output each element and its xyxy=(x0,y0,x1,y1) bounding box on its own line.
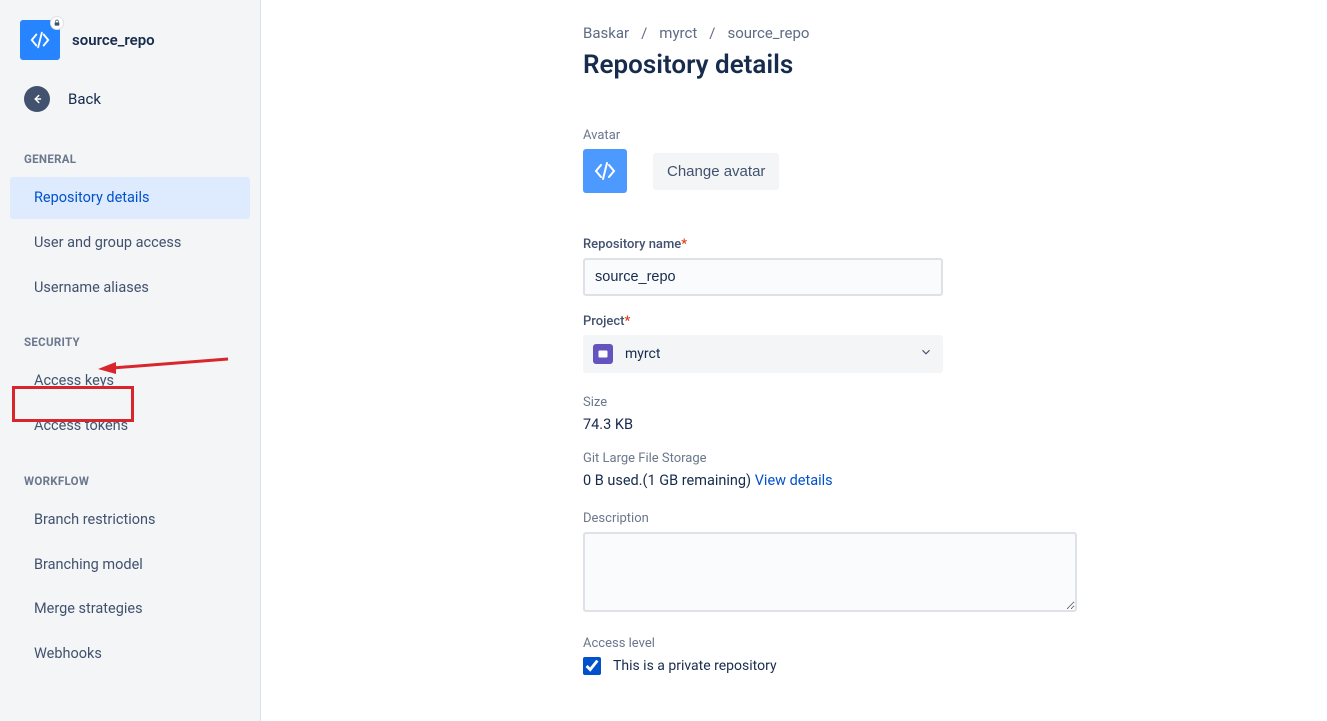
sidebar-item-access-keys[interactable]: Access keys xyxy=(10,360,250,402)
back-button[interactable]: Back xyxy=(0,76,260,128)
breadcrumb: Baskar / myrct / source_repo xyxy=(583,24,1327,42)
breadcrumb-separator: / xyxy=(709,24,715,42)
breadcrumb-item[interactable]: myrct xyxy=(659,24,697,42)
breadcrumb-item[interactable]: Baskar xyxy=(583,24,629,42)
sidebar-item-access-tokens[interactable]: Access tokens xyxy=(10,405,250,447)
lock-icon xyxy=(50,16,64,30)
sidebar-item-username-aliases[interactable]: Username aliases xyxy=(10,267,250,309)
sidebar-item-branching-model[interactable]: Branching model xyxy=(10,544,250,586)
description-textarea[interactable] xyxy=(583,532,1077,612)
lfs-view-details-link[interactable]: View details xyxy=(755,472,833,489)
sidebar-item-branch-restrictions[interactable]: Branch restrictions xyxy=(10,499,250,541)
breadcrumb-separator: / xyxy=(641,24,647,42)
back-arrow-icon xyxy=(24,86,50,112)
avatar-label: Avatar xyxy=(583,128,1327,143)
repo-name-input[interactable] xyxy=(583,258,943,296)
lfs-value: 0 B used.(1 GB remaining) View details xyxy=(583,472,1327,489)
lfs-label: Git Large File Storage xyxy=(583,451,1327,466)
sidebar-item-merge-strategies[interactable]: Merge strategies xyxy=(10,588,250,630)
sidebar: source_repo Back GENERAL Repository deta… xyxy=(0,0,261,721)
sidebar-item-webhooks[interactable]: Webhooks xyxy=(10,633,250,675)
sidebar-item-repository-details[interactable]: Repository details xyxy=(10,177,250,219)
repo-icon xyxy=(20,20,60,60)
size-value: 74.3 KB xyxy=(583,416,1327,433)
page-title: Repository details xyxy=(583,50,1327,80)
repo-name-label: Repository name* xyxy=(583,237,1327,252)
back-label: Back xyxy=(68,90,101,108)
breadcrumb-item[interactable]: source_repo xyxy=(727,24,809,42)
access-level-label: Access level xyxy=(583,636,1327,651)
description-label: Description xyxy=(583,511,1327,526)
repo-header: source_repo xyxy=(0,0,260,76)
project-select[interactable]: myrct xyxy=(583,335,943,373)
change-avatar-button[interactable]: Change avatar xyxy=(653,153,779,190)
private-repo-label: This is a private repository xyxy=(613,658,777,674)
repo-name: source_repo xyxy=(72,31,155,49)
chevron-down-icon xyxy=(919,345,933,363)
private-repo-checkbox[interactable] xyxy=(583,657,601,675)
project-label: Project* xyxy=(583,314,1327,329)
project-selected-value: myrct xyxy=(625,346,660,362)
size-label: Size xyxy=(583,395,1327,410)
section-heading-security: SECURITY xyxy=(0,311,260,357)
section-heading-workflow: WORKFLOW xyxy=(0,450,260,496)
main-content: Baskar / myrct / source_repo Repository … xyxy=(261,0,1327,721)
sidebar-item-user-group-access[interactable]: User and group access xyxy=(10,222,250,264)
avatar xyxy=(583,149,627,193)
section-heading-general: GENERAL xyxy=(0,128,260,174)
project-icon xyxy=(593,344,613,364)
